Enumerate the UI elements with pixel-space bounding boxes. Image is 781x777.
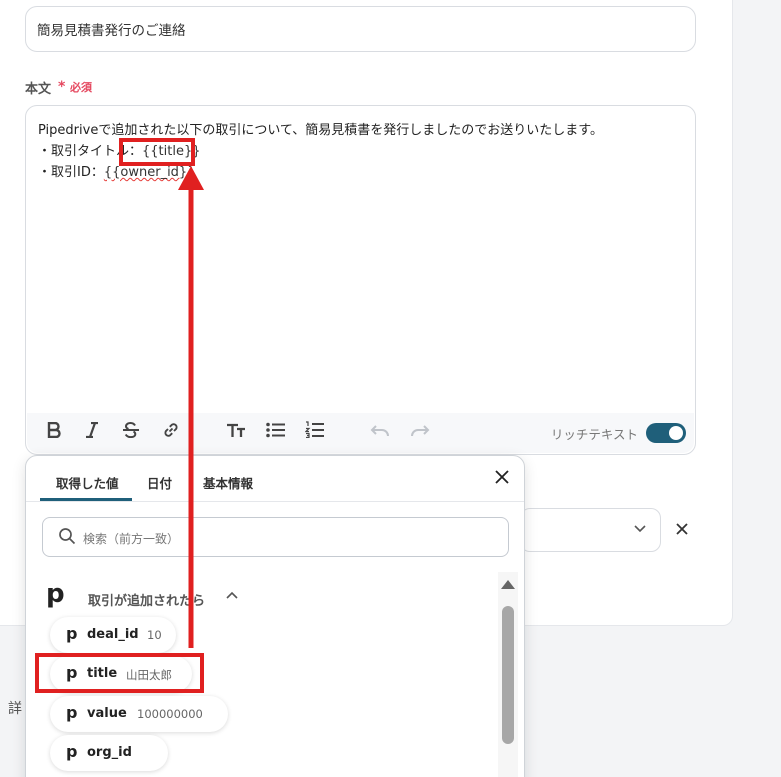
subject-field[interactable]: 簡易見積書発行のご連絡	[25, 6, 696, 52]
chevron-down-icon	[634, 521, 646, 537]
rich-text-label: リッチテキスト	[550, 427, 638, 442]
pipedrive-logo-icon: p	[66, 703, 78, 722]
required-star: *	[58, 79, 66, 95]
body-line-2: ・取引タイトル：{{title}}	[38, 141, 603, 162]
required-label: 必須	[70, 81, 92, 94]
value-chip-org-id[interactable]: p org_id	[50, 735, 168, 771]
scrollbar-thumb[interactable]	[502, 606, 514, 744]
body-editor-content[interactable]: Pipedriveで追加された以下の取引について、簡易見積書を発行しましたのでお…	[38, 120, 603, 183]
body-line-3: ・取引ID：{{owner_id}}	[38, 162, 603, 183]
dropdown-select[interactable]	[520, 508, 661, 552]
italic-icon[interactable]	[80, 421, 104, 445]
body-line-1: Pipedriveで追加された以下の取引について、簡易見積書を発行しましたのでお…	[38, 123, 603, 138]
page: 簡易見積書発行のご連絡 本文 * 必須 Pipedriveで追加された以下の取引…	[0, 0, 781, 777]
pipedrive-logo-icon: p	[66, 663, 78, 682]
bullet-list-icon[interactable]	[264, 421, 288, 445]
remove-icon[interactable]	[675, 517, 689, 541]
pipedrive-logo-icon: p	[66, 742, 78, 761]
toggle-knob	[669, 426, 683, 440]
tab-acquired-values[interactable]: 取得した値	[56, 473, 119, 492]
chip-key: title	[87, 666, 118, 681]
body-line-3-label: ・取引ID：	[38, 165, 104, 180]
value-chip-value[interactable]: p value 100000000	[50, 696, 228, 732]
detail-label-partial: 詳	[8, 701, 22, 717]
value-chip-title[interactable]: p title 山田太郎	[50, 656, 192, 692]
chevron-up-icon	[226, 588, 238, 603]
group-label: 取引が追加されたら	[88, 594, 206, 609]
rich-text-toggle[interactable]	[646, 423, 686, 443]
bold-icon[interactable]	[42, 421, 66, 445]
pipedrive-logo-icon: p	[46, 579, 65, 609]
link-icon[interactable]	[159, 421, 183, 445]
redo-icon[interactable]	[408, 421, 432, 445]
body-line-2-label: ・取引タイトル：	[38, 144, 143, 159]
chip-value: 山田太郎	[126, 668, 172, 682]
chip-key: value	[87, 706, 127, 721]
value-chip-deal-id[interactable]: p deal_id 10	[50, 617, 176, 653]
text-size-icon[interactable]	[224, 421, 248, 445]
scroll-up-icon[interactable]	[501, 580, 515, 589]
tab-basic-info[interactable]: 基本情報	[203, 473, 253, 492]
chip-key: org_id	[87, 745, 132, 760]
search-placeholder: 検索（前方一致）	[83, 532, 180, 546]
owner-id-variable: {{owner_id}}	[103, 165, 196, 180]
variable-picker-popup: 取得した値 日付 基本情報 検索（前方一致） p 取引が追加されたら p dea…	[25, 455, 525, 777]
close-icon[interactable]	[494, 468, 510, 490]
active-tab-indicator	[40, 498, 132, 501]
editor-toolbar: リッチテキスト	[27, 413, 694, 453]
pipedrive-logo-icon: p	[66, 624, 78, 643]
body-editor[interactable]: Pipedriveで追加された以下の取引について、簡易見積書を発行しましたのでお…	[25, 105, 696, 455]
undo-icon[interactable]	[368, 421, 392, 445]
body-label: 本文	[25, 82, 52, 97]
chip-value: 100000000	[137, 707, 203, 721]
search-input[interactable]: 検索（前方一致）	[42, 517, 509, 557]
chip-value: 10	[147, 628, 162, 642]
numbered-list-icon[interactable]	[303, 421, 327, 445]
strikethrough-icon[interactable]	[119, 421, 143, 445]
picker-tabs: 取得した値 日付 基本情報	[26, 456, 524, 502]
tab-date[interactable]: 日付	[147, 473, 172, 492]
chip-key: deal_id	[87, 627, 139, 642]
search-icon	[58, 527, 76, 549]
title-variable: {{title}}	[142, 144, 201, 159]
